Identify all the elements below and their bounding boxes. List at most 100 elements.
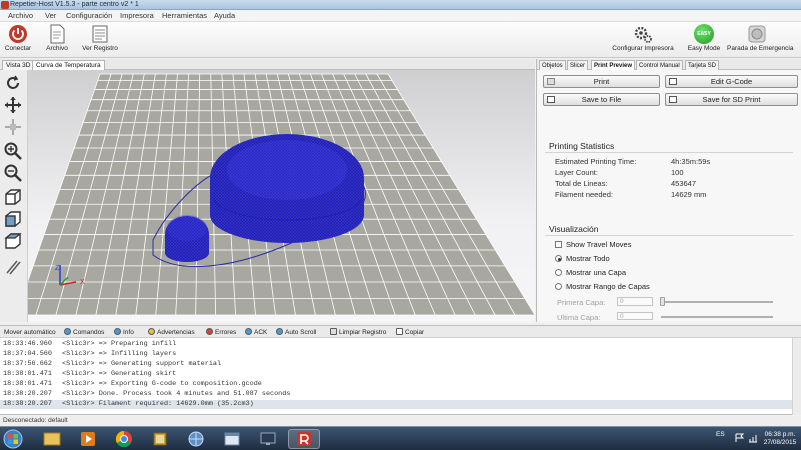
view-log-button[interactable]: Ver Registro [80,24,120,56]
menu-ver[interactable]: Ver [45,10,56,22]
log-row-selected: 18:38:20.207 <Slic3r> Filament required: … [0,400,801,409]
taskbar-app-2[interactable] [144,429,176,449]
zoom-out-icon[interactable] [4,164,22,182]
emergency-stop-button[interactable]: Parada de Emergencia [727,24,794,56]
language-indicator[interactable]: ES [716,431,725,439]
radio-dot [555,283,562,290]
edit-gcode-button[interactable]: Edit G-Code [665,75,798,88]
gears-icon [634,26,652,43]
last-layer-slider-track[interactable] [661,316,773,318]
monitor-icon [260,432,276,445]
move-icon[interactable] [4,96,22,114]
menu-configuracion[interactable]: Configuración [66,10,112,22]
show-single-layer-radio[interactable]: Mostrar una Capa [555,268,626,277]
info-icon [114,328,121,335]
menu-impresora[interactable]: Impresora [120,10,154,22]
save-to-file-button[interactable]: Save to File [543,93,660,106]
main-toolbar: Conectar Archivo Ver Registro Configurar… [0,22,801,58]
emergency-stop-icon [748,25,766,43]
divider [545,235,793,236]
tab-temperature-curve[interactable]: Curva de Temperatura [32,60,105,70]
taskbar-app-3[interactable] [180,429,212,449]
clear-log-button[interactable]: Limpiar Registro [330,328,386,337]
parallel-lines-icon[interactable] [4,258,22,276]
log-row: 18:37:56.662 <Slic3r> => Generating suppo… [3,360,222,368]
print-bed-scene: Z X [28,73,535,316]
first-layer-spinner[interactable]: 0 [617,297,653,306]
divider [545,152,793,153]
log-row: 18:37:04.560 <Slic3r> => Infilling layers [3,350,177,358]
rotate-icon[interactable] [4,74,22,92]
menu-archivo[interactable]: Archivo [8,10,33,22]
save-for-sd-button[interactable]: Save for SD Print [665,93,798,106]
auto-scroll-toggle[interactable]: Auto Scroll [276,328,316,337]
first-layer-slider-thumb[interactable] [660,297,665,306]
filter-ack[interactable]: ACK [245,328,267,337]
3d-viewport[interactable]: Z X [28,70,535,322]
copy-log-button[interactable]: Copiar [396,328,424,337]
tab-objects[interactable]: Objetos [539,60,566,70]
clock[interactable]: 06:38 p.m. 27/08/2015 [760,431,800,447]
connect-button[interactable]: Conectar [4,24,32,56]
taskbar-app-5[interactable] [252,429,284,449]
taskbar-chrome[interactable] [108,429,140,449]
taskbar-explorer[interactable] [36,429,68,449]
filter-info[interactable]: Info [114,328,134,337]
filter-warnings[interactable]: Advertencias [148,328,195,337]
flag-icon[interactable] [734,433,746,443]
show-travel-checkbox[interactable]: Show Travel Moves [555,240,631,249]
first-layer-slider-track[interactable] [661,301,773,303]
tab-sd-card[interactable]: Tarjeta SD [685,60,720,70]
log-toolbar: Mover automático Comandos Info Advertenc… [0,325,801,338]
stat-label-lines: Total de Lineas: [555,179,608,188]
stat-value-filament: 14629 mm [671,190,707,199]
printer-icon [547,78,555,85]
start-button[interactable] [2,429,28,449]
front-view-icon[interactable] [4,210,22,228]
log-area[interactable]: 18:33:46.960 <Slic3r> => Preparing infill… [0,338,801,415]
print-button[interactable]: Print [543,75,660,88]
show-all-radio[interactable]: Mostrar Todo [555,254,610,263]
menu-bar: Archivo Ver Configuración Impresora Herr… [0,10,801,22]
tab-3d-view[interactable]: Vista 3D [2,60,35,70]
tab-manual-control[interactable]: Control Manual [636,60,683,70]
chrome-icon [115,430,132,448]
menu-ayuda[interactable]: Ayuda [214,10,235,22]
filter-commands[interactable]: Comandos [64,328,104,337]
tab-print-preview[interactable]: Print Preview [591,60,636,70]
svg-text:Z: Z [55,265,60,272]
printer-settings-button[interactable]: Configurar Impresora [612,24,674,56]
commands-icon [64,328,71,335]
network-icon[interactable] [748,433,758,443]
right-tabs: Objetos Slicer Print Preview Control Man… [537,59,801,70]
view-tabs: Vista 3D Curva de Temperatura [0,59,535,70]
last-layer-spinner[interactable]: 0 [617,312,653,320]
easy-mode-button[interactable]: EASY Easy Mode [686,24,722,56]
save-icon [547,96,555,103]
autoscroll-icon [276,328,283,335]
tab-slicer[interactable]: Slicer [567,60,589,70]
globe-icon [188,431,204,447]
move-object-icon[interactable] [4,118,22,136]
menu-herramientas[interactable]: Herramientas [162,10,207,22]
repetier-icon [297,432,311,446]
status-bar: Desconectado: default [0,416,801,426]
window-title: Repetier-Host V1.5.3 - parte centro v2 *… [10,1,139,8]
taskbar-app-4[interactable] [216,429,248,449]
taskbar-media-player[interactable] [72,429,104,449]
stat-label-filament: Filament needed: [555,190,613,199]
window-icon [224,432,240,446]
filter-errors[interactable]: Errores [206,328,236,337]
log-scrollbar[interactable] [792,338,801,415]
folder-icon [43,432,61,446]
printing-statistics-heading: Printing Statistics [549,141,615,151]
log-row: 18:38:20.207 <Slic3r> Done. Process took … [3,390,291,398]
top-view-icon[interactable] [4,232,22,250]
file-button[interactable]: Archivo [44,24,70,56]
taskbar-repetier-host[interactable] [288,429,320,449]
iso-view-icon[interactable] [4,188,22,206]
show-layer-range-radio[interactable]: Mostrar Rango de Capas [555,282,650,291]
stat-value-lines: 453647 [671,179,697,188]
zoom-in-icon[interactable] [4,142,22,160]
ack-icon [245,328,252,335]
